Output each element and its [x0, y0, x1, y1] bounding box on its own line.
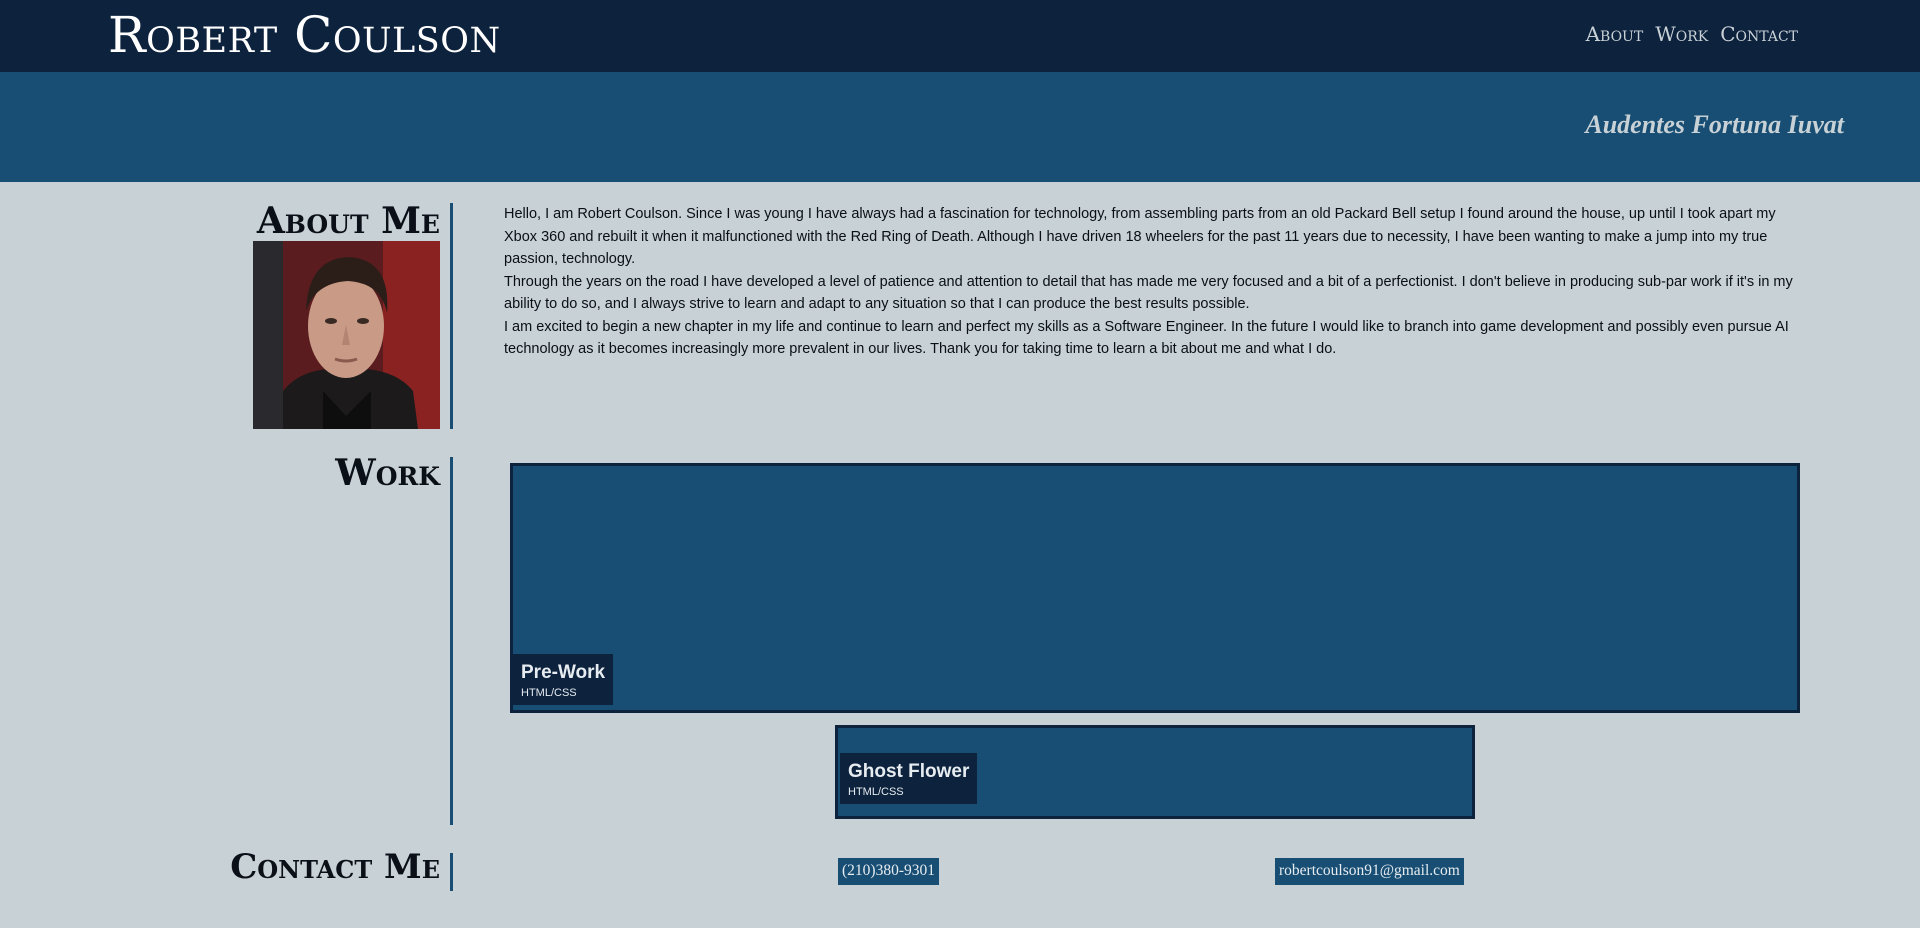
hero-motto: Audentes Fortuna Iuvat: [1585, 110, 1844, 139]
project-tag: HTML/CSS: [521, 687, 577, 699]
email-link[interactable]: robertcoulson91@gmail.com: [1275, 858, 1464, 885]
hero-banner: Audentes Fortuna Iuvat: [0, 72, 1920, 182]
main-nav: About Work Contact: [1586, 22, 1798, 46]
top-bar: Robert Coulson About Work Contact: [0, 0, 1920, 72]
phone-link[interactable]: (210)380-9301: [838, 858, 939, 885]
about-heading: About Me: [256, 200, 440, 242]
profile-photo: [253, 241, 440, 429]
profile-photo-drawing: [253, 241, 440, 429]
about-paragraph: Hello, I am Robert Coulson. Since I was …: [504, 206, 1776, 267]
project-card-pre-work[interactable]: Pre-Work HTML/CSS: [510, 463, 1800, 713]
project-tag: HTML/CSS: [848, 786, 904, 798]
work-divider: [450, 457, 453, 825]
about-paragraph: Through the years on the road I have dev…: [504, 273, 1793, 313]
about-text: Hello, I am Robert Coulson. Since I was …: [504, 203, 1794, 361]
about-divider: [450, 203, 453, 429]
project-label: Pre-Work HTML/CSS: [513, 654, 614, 705]
site-title: Robert Coulson: [108, 6, 501, 64]
work-heading: Work: [335, 452, 440, 494]
project-title: Pre-Work: [521, 662, 606, 683]
project-title: Ghost Flower: [848, 761, 970, 782]
nav-work-link[interactable]: Work: [1655, 22, 1708, 46]
nav-about-link[interactable]: About: [1586, 22, 1644, 46]
contact-divider: [450, 853, 453, 891]
project-label: Ghost Flower HTML/CSS: [840, 753, 978, 804]
contact-heading: Contact Me: [230, 847, 440, 887]
about-paragraph: I am excited to begin a new chapter in m…: [504, 318, 1789, 358]
project-card-ghost-flower[interactable]: Ghost Flower HTML/CSS: [835, 725, 1475, 819]
nav-contact-link[interactable]: Contact: [1720, 22, 1798, 46]
